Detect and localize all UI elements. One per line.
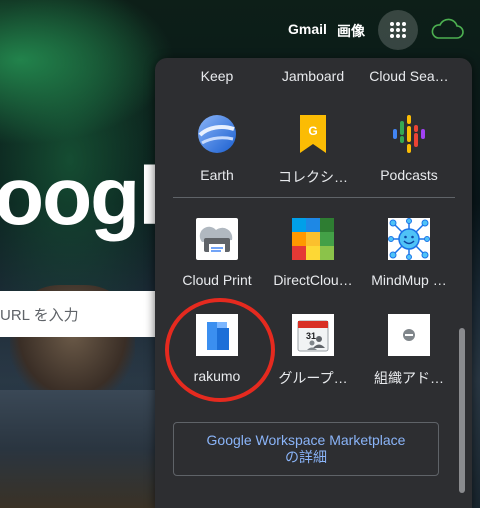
app-keep[interactable]: Keep xyxy=(169,68,265,84)
earth-icon xyxy=(198,115,236,153)
app-org-address[interactable]: 組織アド… xyxy=(361,314,457,388)
app-label: グループ… xyxy=(278,370,348,386)
group-calendar-icon: 31 xyxy=(292,314,334,356)
cloud-print-icon xyxy=(196,218,238,260)
images-link[interactable]: 画像 xyxy=(337,21,365,41)
gmail-link[interactable]: Gmail xyxy=(288,21,327,37)
search-placeholder: URL を入力 xyxy=(0,306,79,324)
app-label: Cloud Print xyxy=(182,272,252,288)
marketplace-line1: Google Workspace Marketplace xyxy=(206,432,406,448)
cloud-icon[interactable] xyxy=(430,18,464,40)
search-input[interactable]: URL を入力 xyxy=(0,291,155,337)
google-apps-button[interactable] xyxy=(378,10,418,50)
app-cloud-print[interactable]: Cloud Print xyxy=(169,218,265,288)
app-earth[interactable]: Earth xyxy=(169,113,265,183)
app-collections[interactable]: G コレクシ… xyxy=(265,113,361,187)
app-label: Cloud Sea… xyxy=(369,68,449,84)
highlight-circle-annotation xyxy=(165,298,275,402)
apps-panel: Keep Jamboard Cloud Sea… Earth G コレクシ… P… xyxy=(155,58,472,508)
podcasts-icon xyxy=(393,115,425,153)
marketplace-line2: の詳細 xyxy=(285,449,327,465)
app-label: コレクシ… xyxy=(278,169,348,185)
apps-grid-icon xyxy=(390,22,406,38)
app-cloud-search[interactable]: Cloud Sea… xyxy=(361,68,457,84)
app-group-calendar[interactable]: 31 グループ… xyxy=(265,314,361,388)
app-jamboard[interactable]: Jamboard xyxy=(265,68,361,84)
workspace-marketplace-button[interactable]: Google Workspace Marketplace の詳細 xyxy=(173,422,439,476)
app-mindmup[interactable]: MindMup … xyxy=(361,218,457,288)
mindmup-icon xyxy=(388,218,430,260)
svg-text:G: G xyxy=(308,124,317,138)
app-label: Earth xyxy=(200,167,234,183)
google-logo-partial: oogl xyxy=(0,151,161,242)
directcloud-icon xyxy=(292,218,334,260)
app-label: Keep xyxy=(200,68,234,84)
background-water xyxy=(0,390,160,508)
calendar-day: 31 xyxy=(306,331,316,341)
panel-scrollbar[interactable] xyxy=(459,328,465,493)
org-address-icon xyxy=(388,314,430,356)
collections-icon: G xyxy=(300,115,326,153)
app-podcasts[interactable]: Podcasts xyxy=(361,113,457,183)
app-label: Podcasts xyxy=(380,167,438,183)
app-label: Jamboard xyxy=(281,68,345,84)
app-label: 組織アド… xyxy=(374,370,444,386)
app-label: MindMup … xyxy=(371,272,447,288)
app-label: DirectClou… xyxy=(273,272,353,288)
section-divider xyxy=(173,197,455,198)
app-directcloud[interactable]: DirectClou… xyxy=(265,218,361,288)
